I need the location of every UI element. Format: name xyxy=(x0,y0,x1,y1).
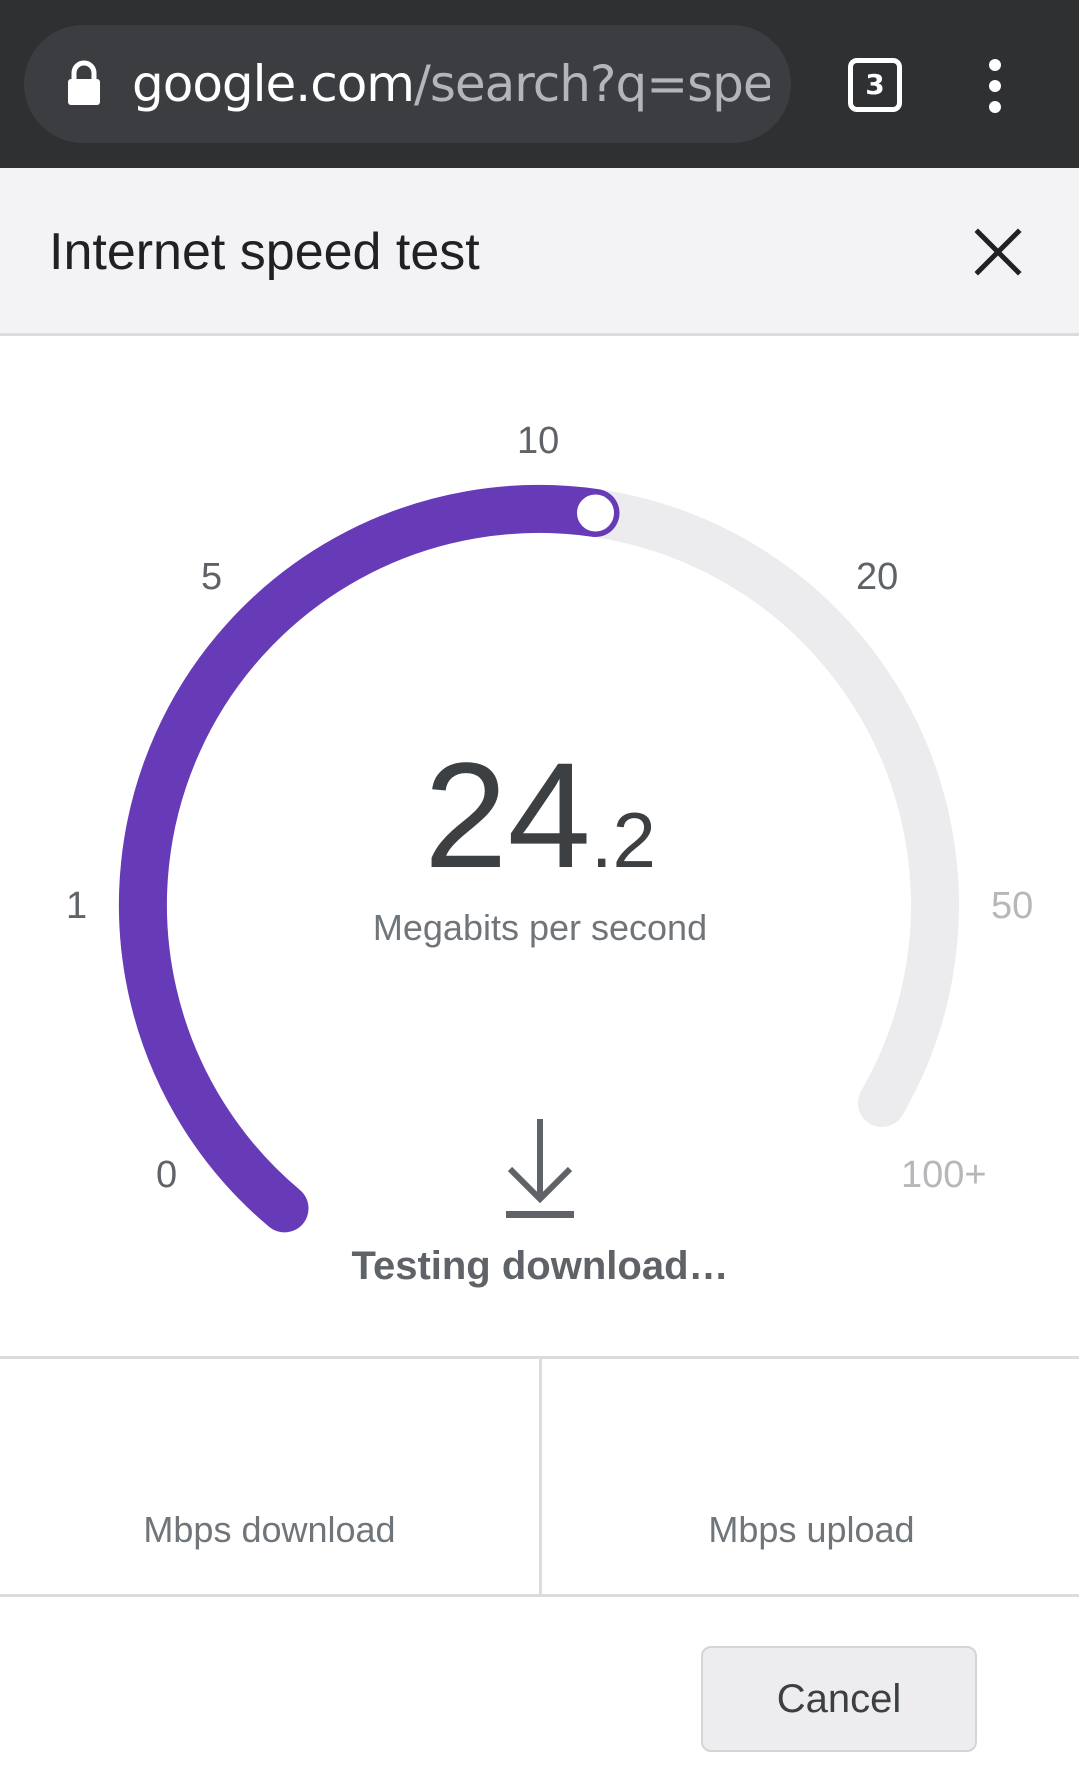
tick-label-1: 1 xyxy=(66,885,88,927)
close-icon[interactable] xyxy=(970,224,1026,280)
url-host: google.com xyxy=(132,55,415,113)
cancel-button[interactable]: Cancel xyxy=(701,1646,977,1752)
lock-icon xyxy=(68,60,100,105)
tick-label-0: 0 xyxy=(156,1154,178,1196)
test-status: Testing download… xyxy=(351,1244,729,1288)
url-text[interactable]: google.com/search?q=spe xyxy=(132,52,770,116)
dialog-title: Internet speed test xyxy=(49,223,480,281)
tick-label-10: 10 xyxy=(517,420,560,462)
upload-result-label: Mbps upload xyxy=(708,1509,915,1550)
download-arrow-icon xyxy=(506,1119,574,1218)
results-divider-bottom xyxy=(0,1594,1079,1597)
download-result-label: Mbps download xyxy=(143,1509,396,1550)
tick-label-5: 5 xyxy=(201,556,223,598)
tick-label-20: 20 xyxy=(856,556,899,598)
tick-label-100-plus: 100+ xyxy=(901,1154,987,1196)
url-path: /search?q=spe xyxy=(414,55,770,113)
tick-label-50: 50 xyxy=(991,885,1034,927)
tabs-button[interactable]: 3 xyxy=(848,58,902,112)
speed-value-integer: 24 xyxy=(424,731,591,899)
overflow-menu-icon[interactable] xyxy=(980,56,1010,116)
speed-value-fraction: .2 xyxy=(590,796,656,884)
gauge-needle-dot xyxy=(572,489,619,537)
speed-unit: Megabits per second xyxy=(372,907,708,948)
browser-toolbar: google.com/search?q=spe 3 xyxy=(0,0,1079,168)
dialog-header: Internet speed test xyxy=(0,168,1079,336)
results-divider-middle xyxy=(539,1359,542,1594)
